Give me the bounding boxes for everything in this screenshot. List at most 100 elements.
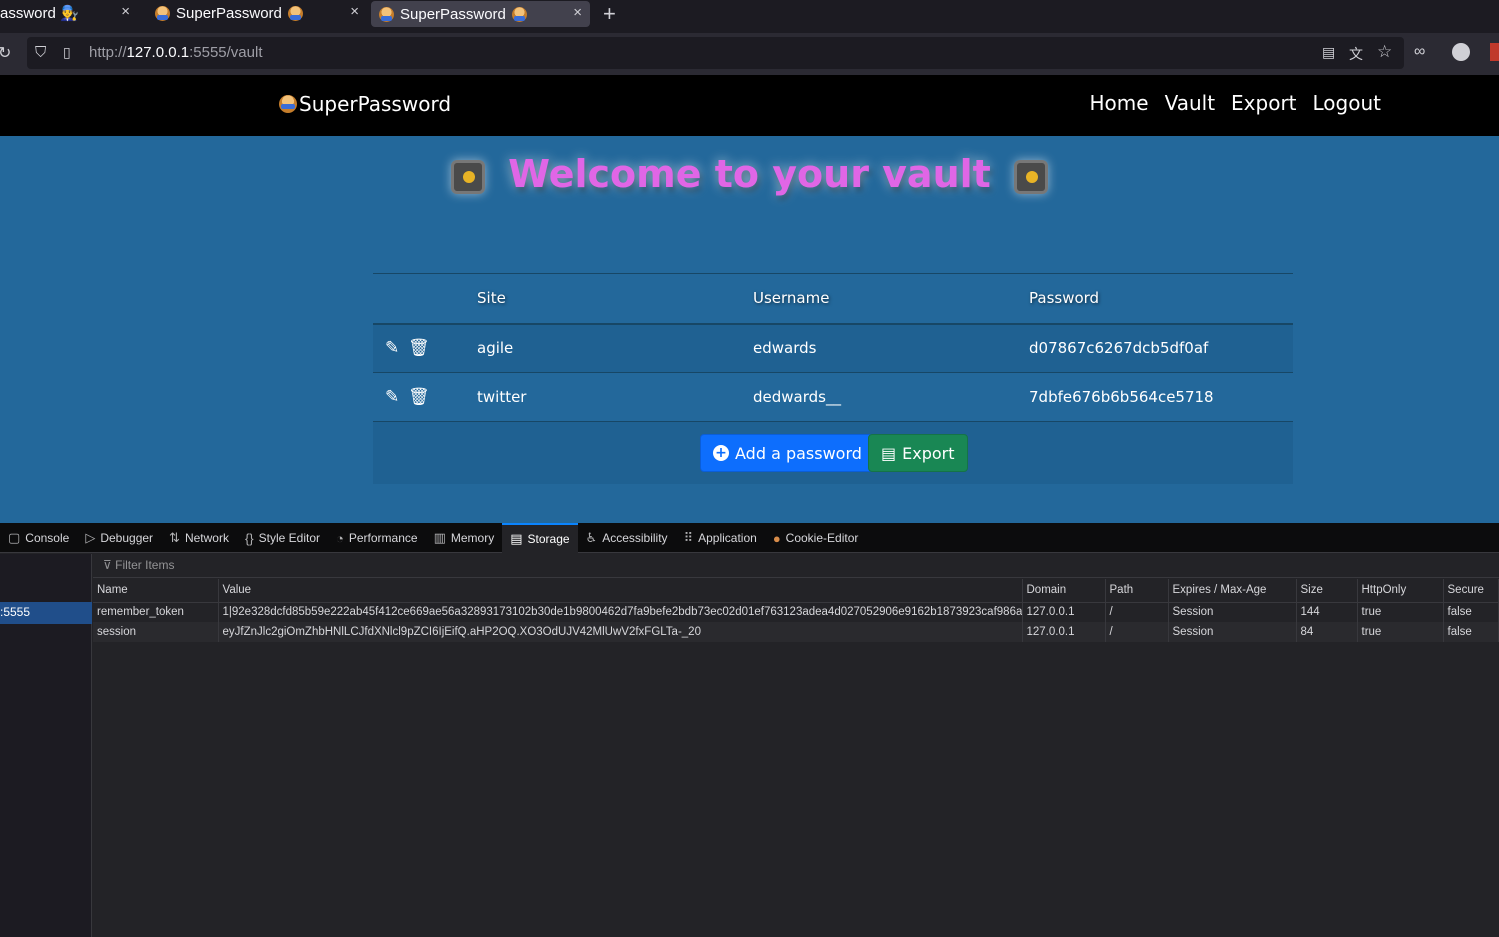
secure-column-header[interactable]: Secure	[1443, 579, 1499, 603]
add-password-label: Add a password	[735, 443, 862, 463]
browser-tab-1-label: assword 👨‍🔧	[0, 5, 79, 22]
table-row[interactable]: remember_token 1|92e328dcfd85b59e222ab45…	[93, 602, 1499, 622]
translate-icon[interactable]: 文	[1349, 44, 1363, 64]
username-cell: dedwards__	[753, 372, 1029, 422]
tab-memory-label: Memory	[450, 531, 495, 545]
braces-icon: {}	[244, 530, 254, 546]
tab-console[interactable]: ▢ Console	[0, 523, 77, 553]
tab-console-label: Console	[25, 531, 70, 545]
ublock-icon[interactable]	[1490, 43, 1499, 61]
brand-logo[interactable]: SuperPassword	[279, 92, 451, 116]
browser-tab-strip: assword 👨‍🔧 × SuperPassword × SuperPassw…	[0, 0, 1499, 33]
mechanic-emoji-icon	[279, 95, 297, 113]
tab-cookie-editor[interactable]: ● Cookie-Editor	[765, 523, 867, 553]
url-bar[interactable]: ⛉ ▯ http://127.0.0.1:5555/vault ▤ 文 ☆	[27, 37, 1404, 69]
nav-logout-link[interactable]: Logout	[1313, 91, 1381, 115]
trash-icon[interactable]: 🗑	[408, 338, 430, 358]
cookie-domain: 127.0.0.1	[1022, 622, 1106, 642]
cookie-secure: false	[1443, 622, 1499, 642]
domain-column-header[interactable]: Domain	[1022, 579, 1106, 603]
cookie-expires: Session	[1168, 622, 1297, 642]
console-icon: ▢	[8, 530, 21, 545]
mechanic-emoji-icon	[379, 6, 394, 22]
browser-tab-1[interactable]: assword 👨‍🔧 ×	[0, 0, 140, 26]
tab-memory[interactable]: ▥ Memory	[426, 523, 503, 553]
add-password-button[interactable]: + Add a password	[700, 434, 875, 472]
filter-bar[interactable]: ⊽ Filter Items	[93, 554, 1499, 578]
site-cell: twitter	[477, 372, 753, 422]
browser-tab-3[interactable]: SuperPassword ×	[371, 1, 590, 27]
tab-accessibility[interactable]: ♿ Accessibility	[578, 523, 676, 553]
url-path: :5555/vault	[189, 44, 263, 61]
devtools-tabs: ▢ Console ▷ Debugger ⇅ Network {} Style Edit…	[0, 523, 1499, 553]
tab-network[interactable]: ⇅ Network	[161, 523, 237, 553]
mask-icon[interactable]: ∞	[1414, 43, 1425, 61]
edit-icon[interactable]: ✎	[385, 338, 399, 358]
tab-cookie-editor-label: Cookie-Editor	[785, 531, 859, 545]
filter-input[interactable]: Filter Items	[115, 558, 174, 572]
reload-icon[interactable]: ↻	[0, 43, 11, 63]
username-cell: edwards	[753, 323, 1029, 373]
tab-accessibility-label: Accessibility	[602, 531, 668, 545]
cookie-path: /	[1105, 622, 1169, 642]
app-header: SuperPassword Home Vault Export Logout	[0, 75, 1499, 136]
page-title-text: Welcome to your vault	[508, 152, 991, 196]
cookie-icon: ●	[772, 530, 781, 546]
tab-network-label: Network	[184, 531, 229, 545]
expires-column-header[interactable]: Expires / Max-Age	[1168, 579, 1297, 603]
cookie-size: 84	[1296, 622, 1358, 642]
cookie-value: 1|92e328dcfd85b59e222ab45f412ce669ae56a3…	[218, 602, 1023, 622]
tab-debugger[interactable]: ▷ Debugger	[77, 523, 161, 553]
safe-icon	[1014, 159, 1049, 194]
cookie-table: Name Value Domain Path Expires / Max-Age…	[93, 579, 1499, 642]
mechanic-emoji-icon	[155, 5, 170, 21]
close-icon[interactable]: ×	[121, 3, 130, 20]
name-column-header[interactable]: Name	[93, 579, 219, 603]
tab-application[interactable]: ⠿ Application	[676, 523, 765, 553]
nav-vault-link[interactable]: Vault	[1165, 91, 1215, 115]
browser-navbar: ↻ ⛉ ▯ http://127.0.0.1:5555/vault ▤ 文 ☆ …	[0, 33, 1499, 75]
cookie-path: /	[1105, 602, 1169, 622]
browser-tab-2-label: SuperPassword	[176, 4, 282, 22]
cookie-expires: Session	[1168, 602, 1297, 622]
tab-storage[interactable]: ▤ Storage	[502, 523, 578, 553]
row-actions: ✎ 🗑	[373, 323, 477, 373]
browser-tab-2[interactable]: SuperPassword ×	[147, 0, 367, 26]
devtools-panel: ▢ Console ▷ Debugger ⇅ Network {} Style Edit…	[0, 523, 1499, 937]
vault-actions: + Add a password ▤ Export	[373, 422, 1293, 484]
new-tab-button[interactable]: +	[603, 1, 616, 27]
site-cell: agile	[477, 323, 753, 373]
shield-icon[interactable]: ⛉	[35, 44, 46, 61]
reader-mode-icon[interactable]: ▤	[1322, 44, 1335, 61]
file-export-icon: ▤	[881, 443, 897, 463]
tab-performance[interactable]: ◔ Performance	[328, 523, 426, 553]
path-column-header[interactable]: Path	[1105, 579, 1169, 603]
tab-performance-label: Performance	[348, 531, 418, 545]
value-column-header[interactable]: Value	[218, 579, 1023, 603]
cookie-size: 144	[1296, 602, 1358, 622]
tab-style-editor[interactable]: {} Style Editor	[237, 523, 328, 553]
edit-icon[interactable]: ✎	[385, 387, 399, 407]
sidebar-item-host[interactable]: :5555	[0, 602, 92, 624]
account-icon[interactable]	[1452, 43, 1470, 61]
trash-icon[interactable]: 🗑	[408, 387, 430, 407]
vault-section: Welcome to your vault Site Username Pass…	[0, 136, 1499, 523]
bookmark-star-icon[interactable]: ☆	[1377, 42, 1392, 62]
row-actions: ✎ 🗑	[373, 372, 477, 422]
password-cell: 7dbfe676b6b564ce5718	[1029, 372, 1293, 422]
close-icon[interactable]: ×	[573, 4, 582, 21]
table-row[interactable]: session eyJfZnJlc2giOmZhbHNlLCJfdXNlcl9p…	[93, 622, 1499, 642]
nav-export-link[interactable]: Export	[1231, 91, 1296, 115]
tab-application-label: Application	[698, 531, 757, 545]
gauge-icon: ◔	[336, 530, 344, 546]
url-text[interactable]: http://127.0.0.1:5555/vault	[89, 44, 262, 61]
safe-icon	[450, 159, 485, 194]
export-button[interactable]: ▤ Export	[868, 434, 968, 472]
password-cell: d07867c6267dcb5df0af	[1029, 323, 1293, 373]
size-column-header[interactable]: Size	[1296, 579, 1358, 603]
httponly-column-header[interactable]: HttpOnly	[1357, 579, 1444, 603]
nav-home-link[interactable]: Home	[1090, 91, 1149, 115]
network-icon: ⇅	[169, 530, 180, 545]
close-icon[interactable]: ×	[350, 3, 359, 20]
cookie-httponly: true	[1357, 622, 1444, 642]
